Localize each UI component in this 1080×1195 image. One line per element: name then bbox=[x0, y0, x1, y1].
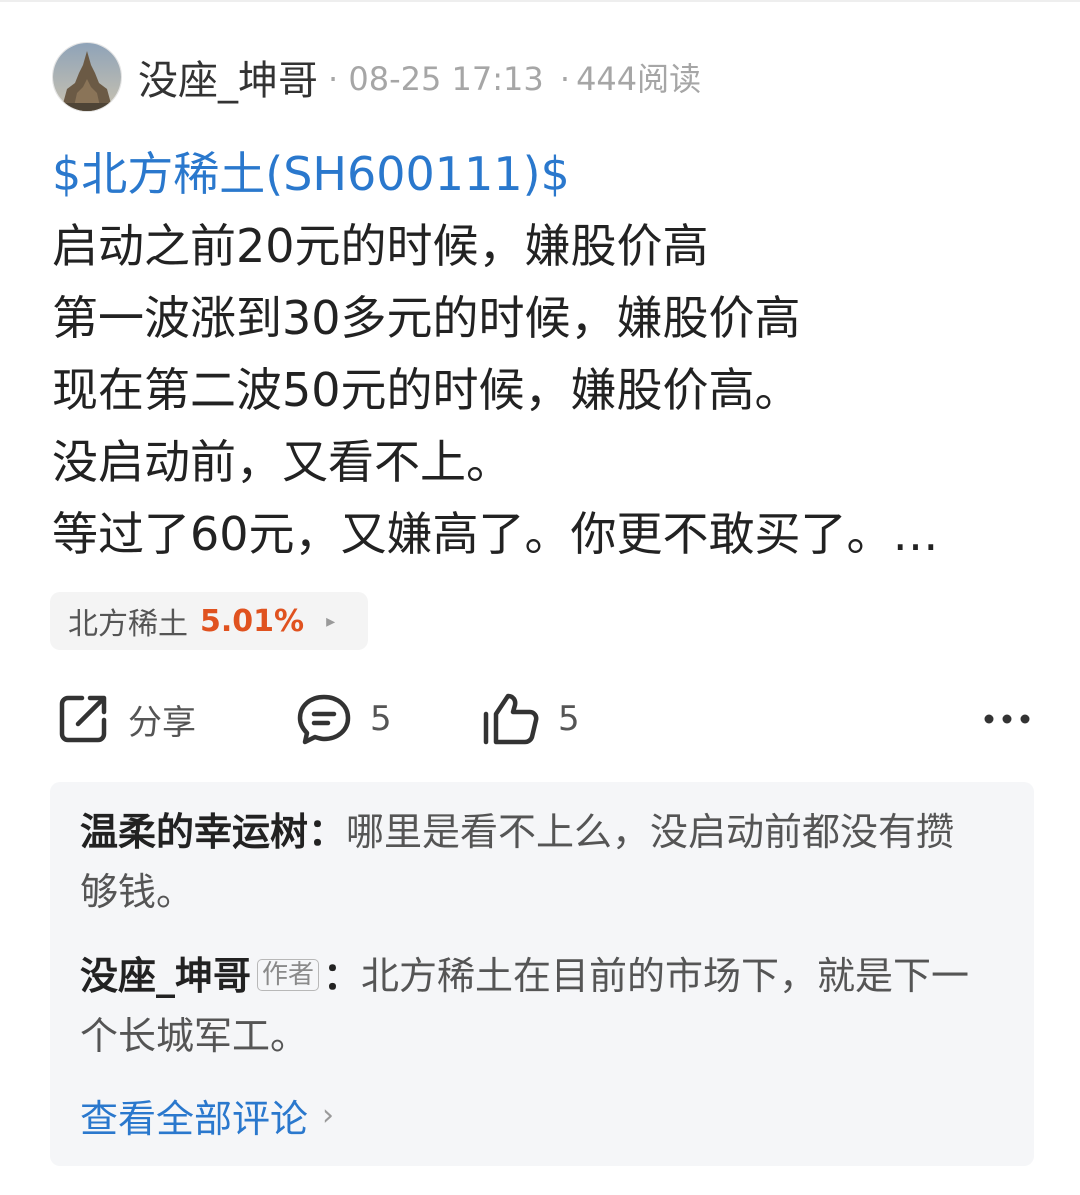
comment-button[interactable]: 5 bbox=[296, 688, 392, 750]
comment-colon: ： bbox=[323, 954, 362, 998]
play-arrow-icon: ▸ bbox=[326, 610, 336, 632]
like-count: 5 bbox=[558, 699, 580, 739]
share-button[interactable]: 分享 bbox=[56, 688, 196, 750]
comment-item[interactable]: 没座_坤哥 作者 ：北方稀土在目前的市场下，就是下一个长城军工。 bbox=[80, 946, 990, 1066]
comment-author[interactable]: 没座_坤哥 bbox=[80, 954, 251, 998]
like-button[interactable]: 5 bbox=[482, 688, 580, 750]
content-line-1: 启动之前20元的时候，嫌股价高 bbox=[52, 219, 709, 273]
view-all-comments-link[interactable]: 查看全部评论 › bbox=[80, 1088, 334, 1143]
comment-author[interactable]: 温柔的幸运树 bbox=[80, 810, 308, 854]
chevron-right-icon: › bbox=[322, 1098, 335, 1133]
like-icon bbox=[483, 693, 539, 745]
post-meta: · 08-25 17:13 · 444阅读 bbox=[328, 54, 701, 100]
action-bar: 分享 5 5 bbox=[52, 688, 1032, 750]
comment-count: 5 bbox=[370, 699, 392, 739]
top-divider bbox=[0, 0, 1080, 2]
post-content[interactable]: $北方稀土(SH600111)$ 启动之前20元的时候，嫌股价高 第一波涨到30… bbox=[52, 138, 1042, 570]
more-icon bbox=[984, 714, 1030, 724]
content-line-3: 现在第二波50元的时候，嫌股价高。 bbox=[52, 363, 801, 417]
more-button[interactable] bbox=[982, 688, 1032, 750]
share-icon bbox=[59, 695, 107, 743]
content-line-5: 等过了60元，又嫌高了。你更不敢买了。… bbox=[52, 507, 939, 561]
meta-separator: · bbox=[559, 60, 571, 98]
post-header: 没座_坤哥 · 08-25 17:13 · 444阅读 bbox=[52, 42, 701, 112]
content-line-2: 第一波涨到30多元的时候，嫌股价高 bbox=[52, 291, 801, 345]
content-line-4: 没启动前，又看不上。 bbox=[52, 435, 512, 489]
avatar[interactable] bbox=[52, 42, 122, 112]
meta-separator: · bbox=[328, 60, 339, 98]
read-count: 444阅读 bbox=[576, 60, 702, 98]
post-date: 08-25 17:13 bbox=[348, 60, 544, 98]
stock-chip-name: 北方稀土 bbox=[68, 607, 188, 642]
avatar-image bbox=[53, 43, 121, 111]
comment-colon: ： bbox=[308, 810, 347, 854]
comments-section: 温柔的幸运树：哪里是看不上么，没启动前都没有攒够钱。 没座_坤哥 作者 ：北方稀土在… bbox=[50, 782, 1034, 1166]
comment-item[interactable]: 温柔的幸运树：哪里是看不上么，没启动前都没有攒够钱。 bbox=[80, 802, 980, 922]
stock-chip-change: 5.01% bbox=[200, 603, 305, 639]
author-name[interactable]: 没座_坤哥 bbox=[138, 48, 318, 106]
stock-link[interactable]: $北方稀土(SH600111)$ bbox=[52, 138, 1042, 210]
view-all-label: 查看全部评论 bbox=[80, 1097, 309, 1141]
stock-chip[interactable]: 北方稀土 5.01% ▸ bbox=[50, 592, 368, 650]
author-badge: 作者 bbox=[257, 959, 320, 991]
comment-icon bbox=[297, 694, 351, 745]
share-label: 分享 bbox=[128, 702, 196, 743]
